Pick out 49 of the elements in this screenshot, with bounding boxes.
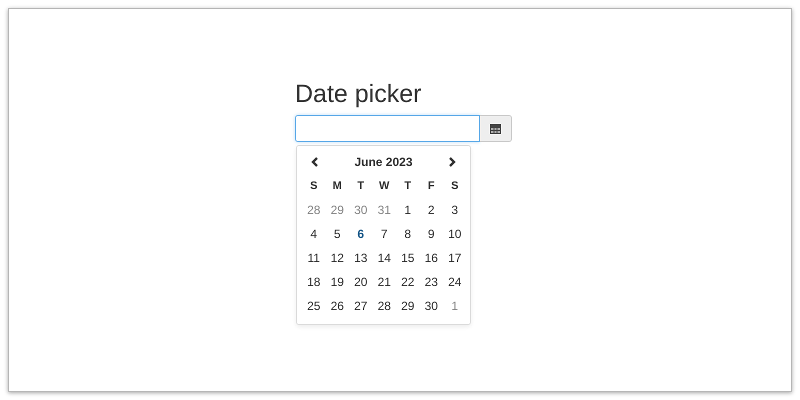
- calendar-day[interactable]: 19: [326, 270, 349, 294]
- calendar-day[interactable]: 25: [302, 294, 326, 318]
- calendar-day[interactable]: 1: [396, 198, 420, 222]
- calendar-day[interactable]: 3: [443, 198, 466, 222]
- month-label[interactable]: June 2023: [354, 155, 413, 169]
- chevron-right-icon: [448, 157, 456, 167]
- calendar-day[interactable]: 12: [326, 246, 349, 270]
- calendar-day[interactable]: 4: [302, 222, 326, 246]
- calendar-day[interactable]: 15: [396, 246, 420, 270]
- weekday-label: M: [332, 179, 343, 194]
- calendar-day[interactable]: 27: [349, 294, 372, 318]
- calendar-day[interactable]: 7: [372, 222, 396, 246]
- weekday-label: S: [309, 179, 318, 194]
- calendar-day[interactable]: 24: [443, 270, 466, 294]
- chevron-left-icon: [311, 157, 319, 167]
- calendar-day[interactable]: 1: [443, 294, 466, 318]
- date-input-field[interactable]: [295, 115, 480, 142]
- calendar-day[interactable]: 9: [420, 222, 443, 246]
- calendar-day[interactable]: 18: [302, 270, 326, 294]
- weekday-label: T: [403, 179, 412, 194]
- calendar-day[interactable]: 20: [349, 270, 372, 294]
- weekday-label: F: [426, 179, 436, 194]
- page-title: Date picker: [295, 79, 422, 109]
- calendar-day[interactable]: 11: [302, 246, 326, 270]
- calendar-day[interactable]: 31: [372, 198, 396, 222]
- calendar-day[interactable]: 29: [396, 294, 420, 318]
- calendar-icon: [490, 123, 501, 134]
- calendar-day[interactable]: 30: [420, 294, 443, 318]
- calendar-day[interactable]: 10: [443, 222, 466, 246]
- calendar-day[interactable]: 17: [443, 246, 466, 270]
- weekday-label: S: [450, 179, 460, 194]
- weekday-label: W: [378, 179, 390, 194]
- calendar-day[interactable]: 23: [420, 270, 443, 294]
- calendar-day[interactable]: 30: [349, 198, 372, 222]
- calendar-day[interactable]: 16: [420, 246, 443, 270]
- calendar-day[interactable]: 28: [372, 294, 396, 318]
- calendar-day[interactable]: 29: [326, 198, 349, 222]
- calendar-day[interactable]: 8: [396, 222, 420, 246]
- calendar-day[interactable]: 14: [372, 246, 396, 270]
- calendar-day[interactable]: 6: [349, 222, 372, 246]
- calendar-day[interactable]: 5: [326, 222, 349, 246]
- calendar-day[interactable]: 22: [396, 270, 420, 294]
- calendar-day[interactable]: 13: [349, 246, 372, 270]
- calendar-day[interactable]: 2: [420, 198, 443, 222]
- calendar-button[interactable]: [480, 115, 512, 142]
- calendar-day[interactable]: 26: [326, 294, 349, 318]
- weekday-label: T: [356, 179, 366, 194]
- calendar-day[interactable]: 21: [372, 270, 396, 294]
- calendar-day[interactable]: 28: [302, 198, 326, 222]
